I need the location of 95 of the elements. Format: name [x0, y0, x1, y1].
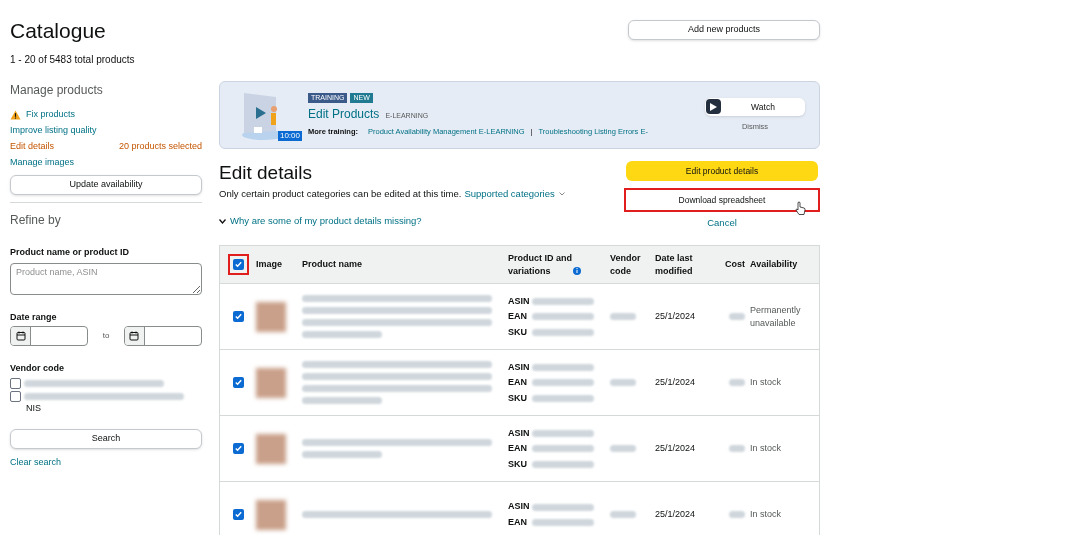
- redacted-text: [532, 429, 594, 437]
- update-availability-button[interactable]: Update availability: [10, 175, 202, 195]
- date-field[interactable]: [124, 326, 202, 346]
- column-header: Cost: [725, 258, 745, 272]
- info-icon: [573, 266, 581, 275]
- field-label: Date range: [10, 310, 58, 324]
- edit-product-details-button[interactable]: Edit product details: [626, 161, 818, 181]
- missing-details-link[interactable]: Why are some of my product details missing?: [219, 214, 565, 229]
- checkbox[interactable]: [232, 443, 244, 455]
- column-header: Product ID and variations: [508, 251, 572, 278]
- redacted-text: [610, 511, 636, 519]
- checkbox[interactable]: [10, 377, 21, 389]
- column-header: Image: [256, 258, 282, 272]
- date-field[interactable]: [10, 326, 88, 346]
- table-cell-text: Permanently unavailable: [750, 303, 802, 330]
- redacted-text: [532, 379, 594, 387]
- separator-text: to: [102, 330, 110, 342]
- calendar-icon: [129, 331, 140, 341]
- redacted-text: [532, 445, 594, 453]
- calendar-icon: [15, 331, 26, 341]
- chevron-icon: [558, 192, 565, 197]
- redacted-text: [532, 363, 594, 371]
- redacted-text: [729, 313, 745, 321]
- product-count: 1 - 20 of 5483 total products: [10, 53, 135, 67]
- table-cell-text: In stock: [750, 508, 782, 522]
- id-label: EAN: [508, 310, 528, 323]
- id-label: EAN: [508, 376, 528, 389]
- add-products-button[interactable]: Add new products: [628, 20, 820, 40]
- photo-placeholder: [256, 367, 286, 398]
- redacted-text: [610, 313, 636, 321]
- search-field[interactable]: Product name, ASIN: [10, 262, 202, 295]
- table-cell-text: 25/1/2024: [655, 442, 696, 455]
- photo-placeholder: [256, 433, 286, 464]
- redacted-text: [532, 313, 594, 321]
- redacted-text: [532, 394, 594, 402]
- id-label: ASIN: [508, 294, 528, 308]
- clear-search-link[interactable]: Clear search: [10, 456, 62, 470]
- column-header: Product name: [302, 258, 362, 272]
- watch-button[interactable]: Watch: [705, 97, 805, 116]
- duration-badge: 10:00: [277, 131, 302, 141]
- field-label: Vendor code: [10, 362, 65, 375]
- sidebar-link[interactable]: Edit details: [10, 139, 55, 154]
- section-title: Edit details: [219, 162, 313, 184]
- redacted-text: [729, 445, 745, 453]
- cancel-link[interactable]: Cancel: [707, 216, 737, 231]
- field-label: Product name or product ID: [10, 246, 130, 259]
- redacted-text: [610, 379, 636, 387]
- table-cell-text: 25/1/2024: [655, 508, 696, 521]
- id-label: SKU: [508, 325, 528, 339]
- training-title-link[interactable]: Edit Products: [308, 104, 380, 123]
- table-cell-text: In stock: [750, 442, 782, 456]
- photo-placeholder: [256, 499, 286, 530]
- chevron-icon: [219, 218, 226, 224]
- redacted-text: [532, 503, 594, 511]
- play-icon: [706, 99, 721, 115]
- checkbox[interactable]: [232, 377, 244, 389]
- id-label: EAN: [508, 442, 528, 455]
- supported-categories-link[interactable]: Supported categories: [464, 187, 565, 202]
- id-label: SKU: [508, 457, 528, 471]
- section-heading: Manage products: [10, 82, 104, 99]
- section-heading: Refine by: [10, 212, 62, 229]
- download-spreadsheet-button[interactable]: Download spreadsheet: [624, 188, 820, 212]
- info-text: Only certain product categories can be edited at this time.: [219, 187, 462, 201]
- redacted-text: [532, 460, 594, 468]
- checkbox[interactable]: [232, 259, 244, 271]
- id-label: EAN: [508, 515, 528, 529]
- sidebar-link[interactable]: Manage images: [10, 155, 75, 170]
- sidebar-link[interactable]: Fix products: [10, 107, 76, 122]
- page-title: Catalogue: [10, 18, 107, 44]
- table-cell-text: 25/1/2024: [655, 310, 696, 323]
- column-header: Date last modified: [655, 251, 694, 278]
- sidebar-link[interactable]: Improve listing quality: [10, 123, 97, 138]
- selection-count: 20 products selected: [118, 139, 202, 153]
- redacted-text: [729, 379, 745, 387]
- pointer-hand-icon: [795, 201, 806, 216]
- redacted-text: [610, 445, 636, 453]
- redacted-text: [532, 328, 594, 336]
- vendor-currency: NIS: [26, 401, 42, 415]
- id-label: ASIN: [508, 426, 528, 440]
- id-label: SKU: [508, 391, 528, 405]
- column-header: Vendor code: [610, 251, 642, 278]
- redacted-text: [532, 297, 594, 305]
- id-label: ASIN: [508, 360, 528, 374]
- search-button[interactable]: Search: [10, 429, 202, 449]
- checkbox[interactable]: [10, 390, 21, 402]
- checkbox[interactable]: [232, 509, 244, 521]
- table-cell-text: In stock: [750, 376, 782, 390]
- photo-placeholder: [256, 301, 286, 332]
- warning-icon: [10, 109, 21, 120]
- redacted-text: [729, 511, 745, 519]
- checkbox[interactable]: [232, 311, 244, 323]
- id-label: ASIN: [508, 500, 528, 514]
- table-cell-text: 25/1/2024: [655, 376, 696, 389]
- column-header: Availability: [750, 258, 798, 272]
- redacted-text: [532, 519, 594, 526]
